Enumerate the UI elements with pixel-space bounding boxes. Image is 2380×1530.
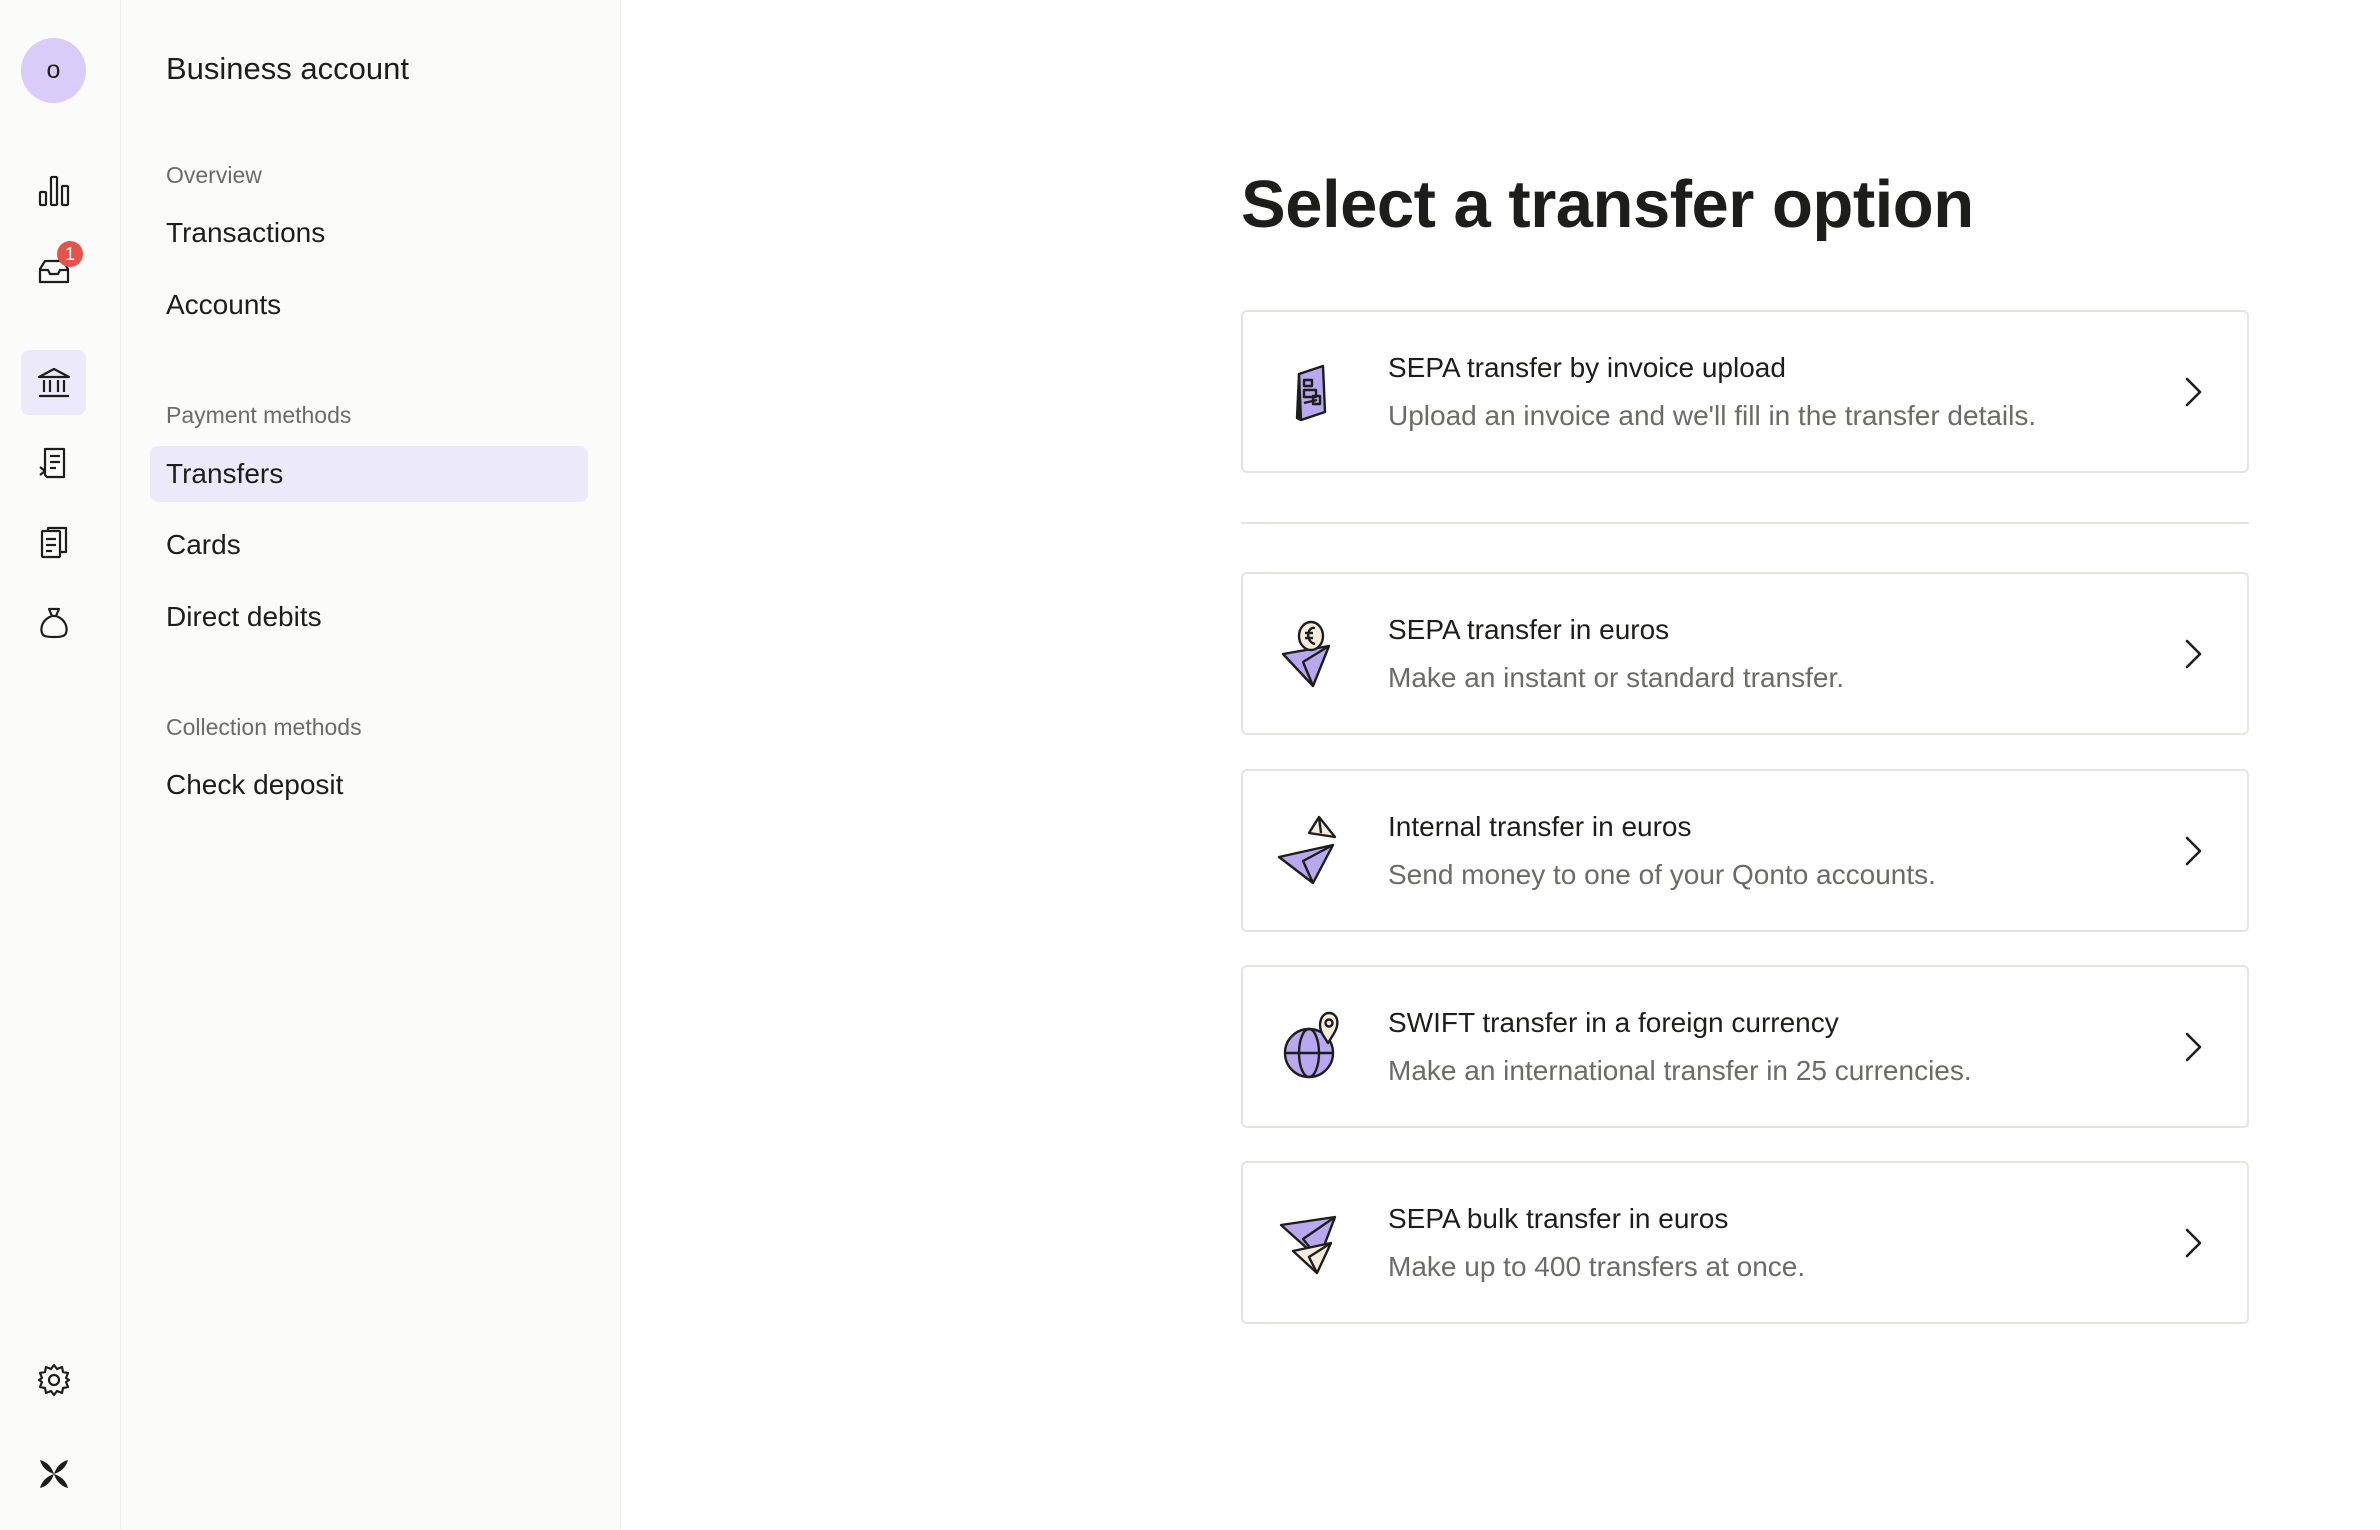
gear-icon: [37, 1363, 70, 1396]
nav-item-accounts[interactable]: Accounts: [150, 277, 588, 333]
option-description: Make an instant or standard transfer.: [1388, 662, 1845, 693]
bank-button[interactable]: [21, 350, 86, 415]
option-internal-transfer[interactable]: Internal transfer in euros Send money to…: [1241, 769, 2249, 932]
chevron-right-icon: [2185, 639, 2202, 669]
notification-badge: 1: [57, 241, 83, 267]
option-description: Send money to one of your Qonto accounts…: [1388, 859, 1936, 890]
bank-icon: [37, 367, 70, 397]
savings-button[interactable]: [21, 590, 86, 655]
chevron-right-icon: [2185, 1228, 2202, 1258]
icon-rail: o 1: [0, 0, 121, 1530]
bar-chart-icon: [38, 175, 69, 206]
invoice-icon: [38, 447, 65, 478]
option-title: SEPA transfer by invoice upload: [1388, 352, 1786, 383]
option-description: Make up to 400 transfers at once.: [1388, 1251, 1806, 1282]
settings-button[interactable]: [21, 1347, 86, 1412]
qonto-logo-icon: [39, 1459, 68, 1488]
option-bulk-transfer[interactable]: SEPA bulk transfer in euros Make up to 4…: [1241, 1161, 2249, 1324]
overview-section-label: Overview: [166, 162, 262, 188]
chevron-right-icon: [2185, 377, 2202, 407]
nav-item-check-deposit[interactable]: Check deposit: [150, 757, 588, 813]
nav-item-label: Check deposit: [166, 769, 344, 800]
chevron-right-icon: [2185, 836, 2202, 866]
sub-navigation: Business account Overview Transactions A…: [121, 0, 621, 1530]
subnav-title: Business account: [166, 51, 409, 86]
euro-paper-plane-icon: [1281, 620, 1331, 688]
divider: [1241, 522, 2249, 524]
nav-item-label: Accounts: [166, 289, 282, 320]
bulk-paper-plane-icon: [1279, 1215, 1337, 1275]
nav-item-label: Transfers: [166, 458, 284, 489]
page-title: Select a transfer option: [1241, 167, 1974, 242]
chevron-right-icon: [2185, 1032, 2202, 1062]
payment-methods-section-label: Payment methods: [166, 402, 352, 428]
nav-item-label: Cards: [166, 529, 241, 560]
nav-item-transfers[interactable]: Transfers: [150, 446, 588, 502]
invoices-button[interactable]: [21, 430, 86, 495]
documents-icon: [40, 526, 67, 558]
internal-paper-plane-icon: [1277, 815, 1337, 885]
nav-item-label: Direct debits: [166, 601, 322, 632]
collection-methods-section-label: Collection methods: [166, 714, 362, 740]
globe-pin-icon: [1283, 1011, 1339, 1079]
option-title: Internal transfer in euros: [1388, 811, 1692, 842]
nav-item-direct-debits[interactable]: Direct debits: [150, 589, 588, 645]
option-description: Upload an invoice and we'll fill in the …: [1388, 400, 2037, 431]
nav-item-label: Transactions: [166, 217, 326, 248]
option-title: SWIFT transfer in a foreign currency: [1388, 1007, 1839, 1038]
nav-item-cards[interactable]: Cards: [150, 517, 588, 573]
invoice-upload-icon: [1295, 364, 1327, 422]
inbox-button[interactable]: 1: [21, 238, 86, 303]
avatar[interactable]: o: [21, 38, 86, 103]
avatar-letter: o: [46, 56, 61, 84]
documents-button[interactable]: [21, 510, 86, 575]
analytics-button[interactable]: [21, 158, 86, 223]
qonto-logo[interactable]: [21, 1441, 86, 1506]
option-description: Make an international transfer in 25 cur…: [1388, 1055, 1972, 1086]
nav-item-transactions[interactable]: Transactions: [150, 205, 588, 261]
option-title: SEPA transfer in euros: [1388, 614, 1670, 645]
option-swift-transfer[interactable]: SWIFT transfer in a foreign currency Mak…: [1241, 965, 2249, 1128]
money-bag-icon: [39, 607, 68, 638]
option-title: SEPA bulk transfer in euros: [1388, 1203, 1729, 1234]
option-sepa-euros[interactable]: SEPA transfer in euros Make an instant o…: [1241, 572, 2249, 735]
option-invoice-upload[interactable]: SEPA transfer by invoice upload Upload a…: [1241, 310, 2249, 473]
